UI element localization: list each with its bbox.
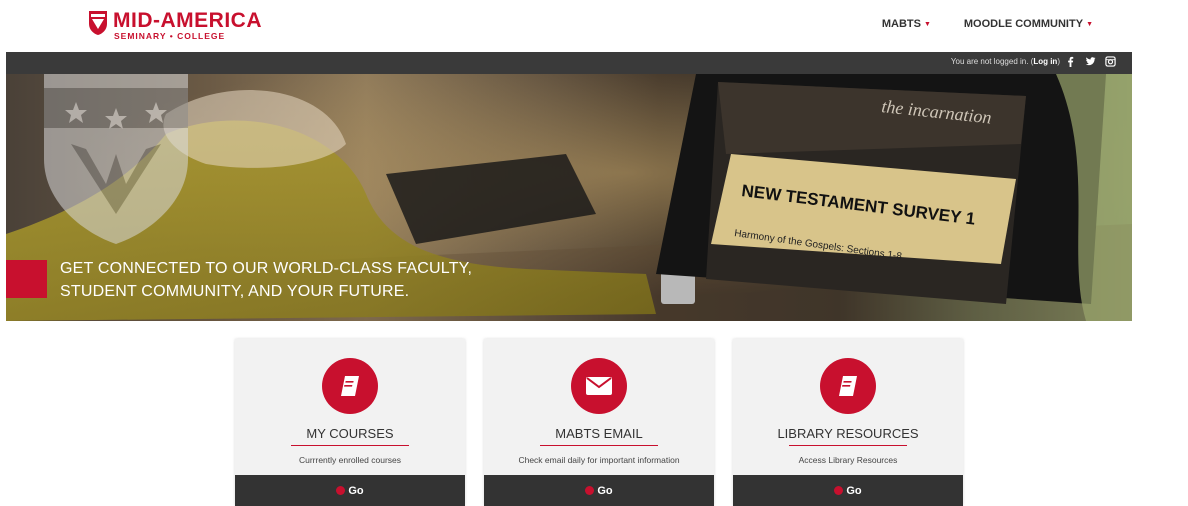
logo-title: MID-AMERICA	[113, 9, 262, 32]
card-my-courses: MY COURSES Currrently enrolled courses G…	[235, 339, 465, 506]
nav-mabts[interactable]: MABTS ▼	[882, 18, 931, 30]
card-title[interactable]: MABTS EMAIL	[484, 426, 714, 441]
arrow-circle-icon	[585, 486, 595, 495]
hero-accent-block	[6, 260, 47, 298]
card-description: Currrently enrolled courses	[298, 455, 402, 465]
go-label: Go	[597, 484, 613, 497]
utility-bar: You are not logged in. (Log in)	[6, 52, 1132, 74]
book-icon	[820, 358, 876, 414]
card-title[interactable]: MY COURSES	[235, 426, 465, 441]
site-logo[interactable]: MID-AMERICA SEMINARY • COLLEGE	[88, 10, 262, 41]
instagram-icon[interactable]	[1105, 56, 1116, 67]
hero-tagline: GET CONNECTED TO OUR WORLD-CLASS FACULTY…	[60, 257, 472, 303]
card-divider	[540, 445, 658, 446]
hero-tagline-line2: STUDENT COMMUNITY, AND YOUR FUTURE.	[60, 283, 410, 300]
facebook-icon[interactable]	[1065, 56, 1076, 67]
main-nav: MABTS ▼ MOODLE COMMUNITY ▼	[849, 18, 1093, 30]
card-description: Access Library Resources	[798, 455, 898, 465]
card-divider	[291, 445, 409, 446]
caret-down-icon: ▼	[923, 20, 931, 28]
arrow-circle-icon	[336, 486, 346, 495]
nav-moodle-community[interactable]: MOODLE COMMUNITY ▼	[964, 18, 1093, 30]
go-button[interactable]: Go	[484, 475, 714, 506]
caret-down-icon: ▼	[1086, 20, 1093, 28]
twitter-icon[interactable]	[1085, 56, 1096, 67]
logo-subtitle: SEMINARY • COLLEGE	[114, 31, 226, 41]
go-label: Go	[348, 484, 364, 497]
nav-moodle-community-label: MOODLE COMMUNITY	[963, 18, 1084, 30]
hero-tagline-line1: GET CONNECTED TO OUR WORLD-CLASS FACULTY…	[60, 260, 473, 277]
shield-logo-icon	[89, 11, 107, 35]
social-links	[1065, 56, 1116, 67]
card-library-resources: LIBRARY RESOURCES Access Library Resourc…	[733, 339, 963, 506]
site-header: MID-AMERICA SEMINARY • COLLEGE MABTS ▼ M…	[0, 0, 1188, 52]
go-button[interactable]: Go	[733, 475, 963, 506]
go-button[interactable]: Go	[235, 475, 465, 506]
login-prefix: You are not logged in. (	[950, 57, 1034, 66]
card-description: Check email daily for important informat…	[518, 455, 680, 465]
login-link[interactable]: Log in	[1033, 57, 1057, 66]
arrow-circle-icon	[834, 486, 844, 495]
envelope-icon	[571, 358, 627, 414]
hero-banner: the incarnation NEW TESTAMENT SURVEY 1 H…	[6, 74, 1132, 321]
login-status: You are not logged in. (Log in)	[951, 57, 1060, 66]
nav-mabts-label: MABTS	[881, 18, 921, 30]
book-icon	[322, 358, 378, 414]
card-title[interactable]: LIBRARY RESOURCES	[733, 426, 963, 441]
card-mabts-email: MABTS EMAIL Check email daily for import…	[484, 339, 714, 506]
card-divider	[789, 445, 907, 446]
go-label: Go	[846, 484, 862, 497]
login-suffix: )	[1057, 57, 1060, 66]
